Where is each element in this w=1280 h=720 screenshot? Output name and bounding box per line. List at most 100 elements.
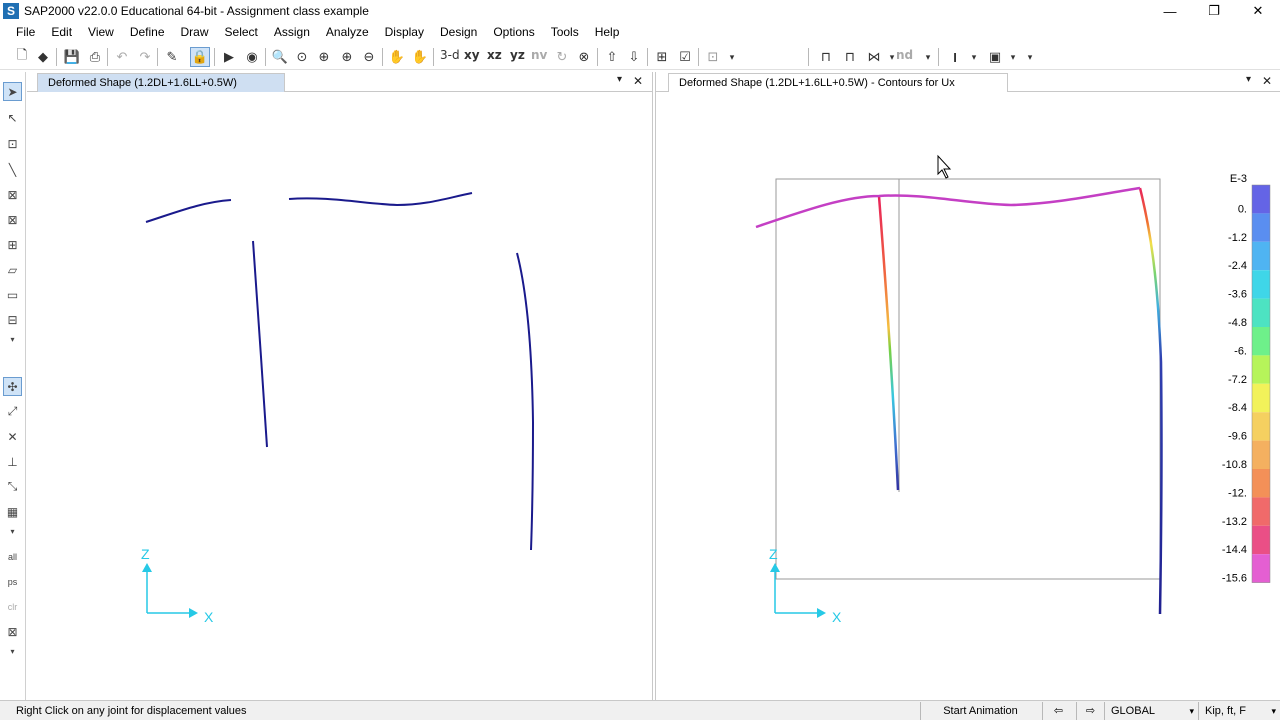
tab-deformed-shape[interactable]: Deformed Shape (1.2DL+1.6LL+0.5W) [37, 73, 285, 92]
toolbar-separator [938, 48, 939, 66]
snap-joints-icon[interactable]: ✣ [3, 377, 22, 396]
snap-lines-icon[interactable]: ⤡ [3, 477, 22, 496]
draw-truss-icon[interactable]: ⋈ [864, 47, 884, 67]
toolbar-separator [56, 48, 57, 66]
rotate-3d-icon[interactable]: ↻ [552, 47, 572, 67]
area-section-icon[interactable]: ▣ [985, 47, 1005, 67]
contour-panel[interactable]: Deformed Shape (1.2DL+1.6LL+0.5W) - Cont… [655, 72, 1280, 700]
redo-icon[interactable]: ↷ [135, 47, 155, 67]
grid-options-icon[interactable]: ⊡ [703, 47, 723, 67]
menu-help[interactable]: Help [587, 22, 628, 42]
right-column [516, 252, 535, 551]
minimize-button[interactable]: — [1148, 0, 1192, 22]
draw-secondary-beams-icon[interactable]: ⊞ [3, 235, 22, 254]
menu-define[interactable]: Define [122, 22, 173, 42]
draw-portal-icon[interactable]: ⊓ [840, 47, 860, 67]
tab-contours-ux[interactable]: Deformed Shape (1.2DL+1.6LL+0.5W) - Cont… [668, 73, 1008, 92]
menu-design[interactable]: Design [432, 22, 485, 42]
panel-dropdown-button[interactable]: ▾ [1246, 74, 1251, 85]
chevron-down-icon[interactable]: ▾ [3, 330, 22, 349]
section-cut-icon[interactable]: I [945, 47, 965, 67]
open-model-icon[interactable]: ◆ [33, 47, 53, 67]
view-yz-button[interactable]: yz [510, 48, 525, 62]
contour-canvas[interactable]: Z X E-3 0. -1.2 -2.4 -3.6 -4.8 -6. -7.2 -8.4 -9.… [656, 92, 1280, 700]
menu-draw[interactable]: Draw [173, 22, 217, 42]
draw-rect-area-icon[interactable]: ▭ [3, 285, 22, 304]
draw-braces-icon[interactable]: ⊠ [3, 210, 22, 229]
close-button[interactable]: ✕ [1236, 0, 1280, 22]
menu-view[interactable]: View [80, 22, 122, 42]
quick-draw-area-icon[interactable]: ⊟ [3, 310, 22, 329]
view-xz-button[interactable]: xz [487, 48, 502, 62]
zoom-previous-icon[interactable]: ⊕ [314, 47, 334, 67]
undo-icon[interactable]: ↶ [112, 47, 132, 67]
menu-edit[interactable]: Edit [43, 22, 80, 42]
lock-model-icon[interactable]: 🔒 [190, 47, 210, 67]
chevron-down-icon[interactable]: ▾ [3, 522, 22, 541]
zoom-in-icon[interactable]: ⊕ [337, 47, 357, 67]
chevron-down-icon[interactable]: ▾ [918, 47, 938, 67]
draw-poly-area-icon[interactable]: ▱ [3, 260, 22, 279]
coord-system-select[interactable]: GLOBAL ▾ [1104, 702, 1198, 720]
view-xy-button[interactable]: xy [464, 48, 480, 62]
zoom-window-icon[interactable]: 🔍 [270, 47, 290, 67]
pointer-icon[interactable]: ➤ [3, 82, 22, 101]
start-animation-button[interactable]: Start Animation [920, 702, 1040, 720]
edit-pencil-icon[interactable]: ✎ [162, 47, 182, 67]
rotate-icon[interactable]: ✋ [410, 47, 430, 67]
menu-display[interactable]: Display [377, 22, 432, 42]
menu-file[interactable]: File [0, 22, 43, 42]
draw-frame-icon[interactable]: ⊓ [816, 47, 836, 67]
quick-draw-frame-icon[interactable]: ⊠ [3, 185, 22, 204]
intersect-select-icon[interactable]: ⊠ [3, 622, 22, 641]
menu-analyze[interactable]: Analyze [318, 22, 377, 42]
axis-label-x: X [832, 609, 842, 625]
chevron-down-icon[interactable]: ▾ [1020, 47, 1040, 67]
select-all-icon[interactable]: ⊞ [652, 47, 672, 67]
previous-select-icon[interactable]: ps [3, 572, 22, 591]
panel-dropdown-button[interactable]: ▾ [617, 74, 622, 85]
pan-icon[interactable]: ✋ [387, 47, 407, 67]
check-icon[interactable]: ☑ [675, 47, 695, 67]
select-all-tool-icon[interactable]: all [3, 547, 22, 566]
chevron-down-icon[interactable]: ▾ [964, 47, 984, 67]
draw-frame-line-icon[interactable]: ╲ [3, 160, 22, 179]
save-icon[interactable]: 💾 [62, 47, 82, 67]
menu-select[interactable]: Select [217, 22, 266, 42]
zoom-restore-icon[interactable]: ⊙ [292, 47, 312, 67]
legend-swatch [1252, 298, 1270, 327]
legend-swatch [1252, 185, 1270, 214]
menu-tools[interactable]: Tools [543, 22, 587, 42]
snap-intersections-icon[interactable]: ✕ [3, 427, 22, 446]
panel-close-button[interactable]: ✕ [633, 74, 643, 88]
print-icon[interactable]: ⎙ [85, 47, 105, 67]
view-nd-button[interactable]: nd [896, 48, 913, 62]
units-select[interactable]: Kip, ft, F ▾ [1198, 702, 1280, 720]
move-up-icon[interactable]: ⇧ [602, 47, 622, 67]
snap-ends-icon[interactable]: ⤢ [3, 402, 22, 421]
run-now-icon[interactable]: ◉ [242, 47, 262, 67]
snap-perpendicular-icon[interactable]: ⊥ [3, 452, 22, 471]
animation-back-button[interactable]: ⇦ [1042, 702, 1074, 720]
new-model-icon[interactable]: 🗋 [12, 47, 32, 67]
chevron-down-icon[interactable]: ▾ [3, 642, 22, 661]
deformed-shape-canvas[interactable]: Z X [27, 92, 653, 700]
clear-select-icon[interactable]: clr [3, 597, 22, 616]
reshape-icon[interactable]: ↖ [3, 108, 22, 127]
zoom-out-icon[interactable]: ⊖ [359, 47, 379, 67]
menu-assign[interactable]: Assign [266, 22, 318, 42]
run-analysis-icon[interactable]: ▶ [219, 47, 239, 67]
view-3d-button[interactable]: 3-d [440, 48, 460, 62]
snap-grid-icon[interactable]: ▦ [3, 502, 22, 521]
perspective-icon[interactable]: ⊗ [574, 47, 594, 67]
toolbar-separator [808, 48, 809, 66]
maximize-button[interactable]: ❐ [1192, 0, 1236, 22]
move-down-icon[interactable]: ⇩ [624, 47, 644, 67]
animation-forward-button[interactable]: ⇨ [1076, 702, 1104, 720]
panel-close-button[interactable]: ✕ [1262, 74, 1272, 88]
chevron-down-icon[interactable]: ▾ [722, 47, 742, 67]
draw-joint-icon[interactable]: ⊡ [3, 134, 22, 153]
view-nv-button[interactable]: nv [531, 48, 547, 62]
deformed-shape-panel[interactable]: Deformed Shape (1.2DL+1.6LL+0.5W) ▾ ✕ Z … [27, 72, 653, 700]
menu-options[interactable]: Options [485, 22, 542, 42]
